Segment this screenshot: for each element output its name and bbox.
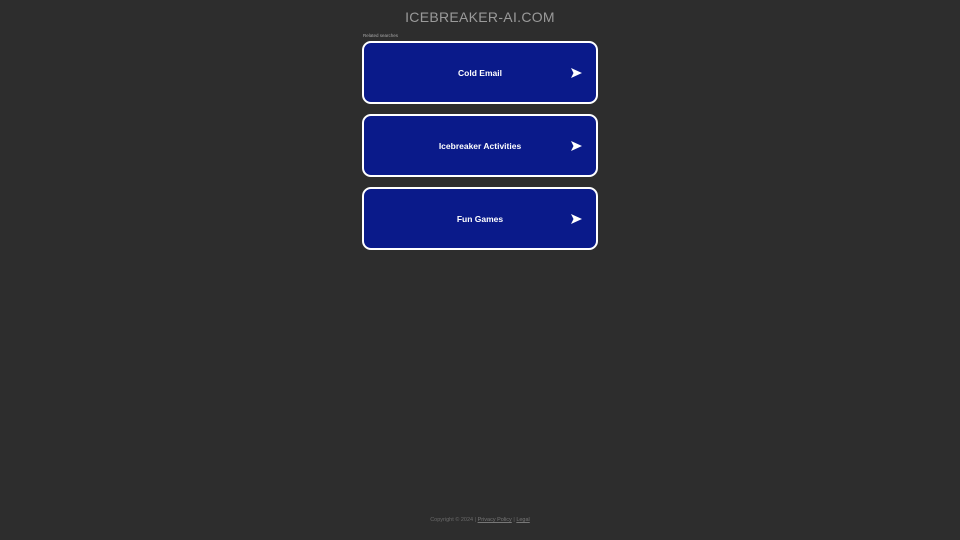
related-search-icebreaker-activities[interactable]: Icebreaker Activities xyxy=(362,114,598,177)
arrow-right-icon xyxy=(571,67,582,78)
privacy-policy-link[interactable]: Privacy Policy xyxy=(478,517,512,523)
related-searches-list: Cold Email Icebreaker Activities Fun Gam… xyxy=(362,41,598,260)
related-search-fun-games[interactable]: Fun Games xyxy=(362,187,598,250)
arrow-right-icon xyxy=(571,140,582,151)
related-search-cold-email[interactable]: Cold Email xyxy=(362,41,598,104)
related-search-label: Icebreaker Activities xyxy=(438,140,522,151)
related-search-label: Fun Games xyxy=(456,213,504,224)
related-searches-label: Related searches xyxy=(363,33,399,38)
footer-separator: | xyxy=(513,517,515,523)
copyright-text: Copyright © 2024 | xyxy=(430,517,477,523)
related-search-label: Cold Email xyxy=(458,67,502,78)
legal-link[interactable]: Legal xyxy=(516,517,529,523)
domain-title: ICEBREAKER-AI.COM xyxy=(405,9,555,25)
footer: Copyright © 2024 | Privacy Policy | Lega… xyxy=(0,517,960,523)
parked-domain-page: ICEBREAKER-AI.COM Related searches Cold … xyxy=(0,0,960,540)
arrow-right-icon xyxy=(571,213,582,224)
